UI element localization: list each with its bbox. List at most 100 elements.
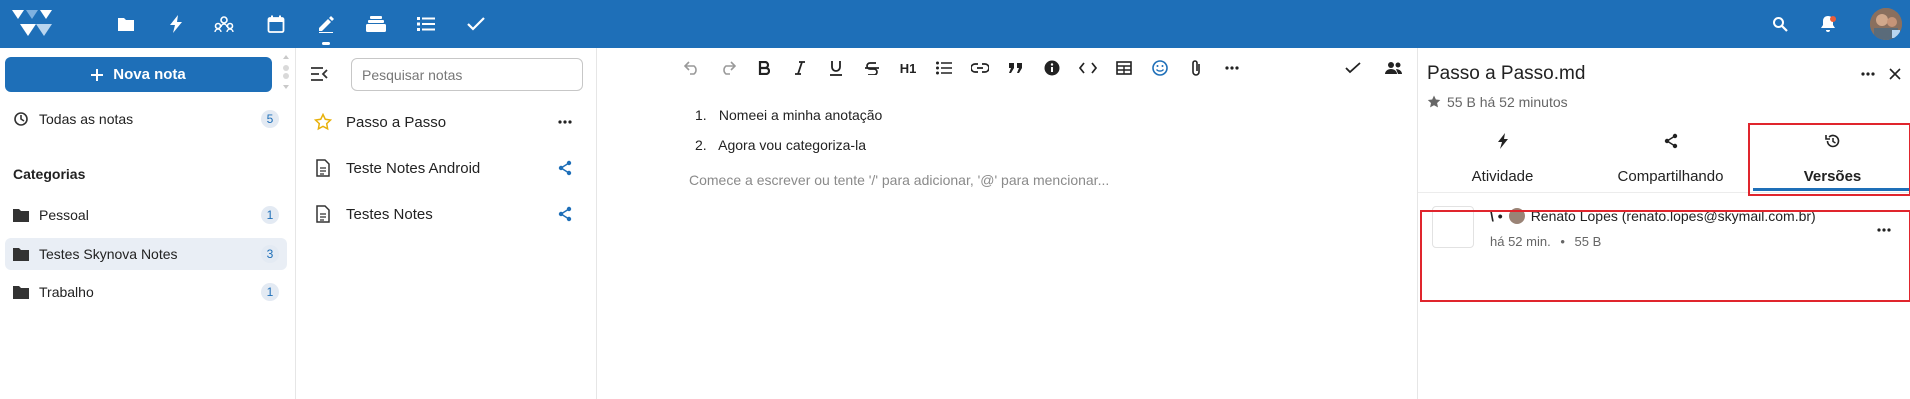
tab-activity[interactable]: Atividade	[1420, 133, 1585, 185]
top-bar	[0, 0, 1910, 48]
app-navigation: Nova nota Todas as notas 5 Categorias Pe…	[0, 48, 296, 399]
note-item-passo-a-passo[interactable]: Passo a Passo	[314, 104, 584, 140]
attachment-icon[interactable]	[1185, 57, 1207, 79]
more-options-icon[interactable]	[556, 113, 574, 131]
bold-icon[interactable]	[753, 57, 775, 79]
info-icon[interactable]	[1041, 57, 1063, 79]
user-avatar[interactable]	[1870, 8, 1902, 40]
version-item[interactable]: \ • Renato Lopes (renato.lopes@skymail.c…	[1428, 206, 1908, 258]
note-title: Teste Notes Android	[346, 159, 481, 177]
version-label-prefix: \ •	[1490, 208, 1503, 224]
search-notes-input[interactable]	[351, 58, 583, 91]
tab-divider	[1418, 192, 1910, 193]
version-title: \ • Renato Lopes (renato.lopes@skymail.c…	[1490, 208, 1816, 224]
nav-item-count: 1	[261, 283, 279, 301]
more-options-icon[interactable]	[1856, 62, 1880, 86]
star-icon[interactable]	[314, 113, 332, 131]
link-icon[interactable]	[969, 57, 991, 79]
version-time: há 52 min.	[1490, 234, 1551, 249]
nav-item-label: Pessoal	[39, 207, 89, 223]
nav-item-count: 3	[261, 245, 279, 263]
scrollbar[interactable]	[282, 54, 290, 90]
tab-label: Atividade	[1471, 168, 1534, 185]
note-item-testes-notes[interactable]: Testes Notes	[314, 196, 584, 232]
new-note-label: Nova nota	[113, 66, 186, 83]
tab-label: Versões	[1803, 168, 1862, 185]
active-tab-indicator	[1753, 188, 1910, 191]
nav-item-pessoal[interactable]: Pessoal 1	[5, 199, 287, 231]
undo-icon[interactable]	[681, 57, 703, 79]
tab-label: Compartilhando	[1617, 168, 1724, 185]
share-icon[interactable]	[556, 159, 574, 177]
checkmark-icon[interactable]	[464, 12, 488, 36]
list-number: 2.	[695, 137, 707, 153]
folder-icon	[13, 246, 29, 262]
version-separator: •	[1560, 234, 1565, 249]
bullet-list-icon[interactable]	[933, 57, 955, 79]
files-icon[interactable]	[114, 12, 138, 36]
nav-item-all-notes[interactable]: Todas as notas 5	[5, 103, 287, 135]
nextcloud-logo[interactable]	[10, 6, 56, 42]
collapse-list-icon[interactable]	[310, 65, 328, 83]
contacts-icon[interactable]	[212, 12, 236, 36]
heading-icon[interactable]: H1	[897, 57, 919, 79]
note-editor: H1 1. Nomeei a minha anotação 2. Agora v…	[597, 48, 1417, 399]
plus-icon	[91, 68, 104, 81]
notifications-bell-icon[interactable]	[1816, 12, 1840, 36]
star-icon[interactable]	[1427, 95, 1441, 109]
tasks-icon[interactable]	[414, 12, 438, 36]
deck-icon[interactable]	[364, 12, 388, 36]
nav-item-trabalho[interactable]: Trabalho 1	[5, 276, 287, 308]
nav-item-label: Testes Skynova Notes	[39, 246, 178, 262]
list-item: 1. Nomeei a minha anotação	[695, 100, 882, 130]
note-title: Passo a Passo	[346, 113, 447, 131]
author-avatar	[1508, 208, 1525, 224]
share-icon	[1664, 133, 1677, 149]
note-item-teste-notes-android[interactable]: Teste Notes Android	[314, 150, 584, 186]
close-icon[interactable]	[1883, 62, 1907, 86]
history-icon	[13, 111, 29, 127]
version-more-options-icon[interactable]	[1872, 218, 1896, 242]
ordered-list: 1. Nomeei a minha anotação 2. Agora vou …	[695, 100, 882, 160]
version-size: 55 B	[1574, 234, 1602, 249]
version-preview	[1432, 206, 1474, 248]
more-icon[interactable]	[1221, 57, 1243, 79]
search-icon[interactable]	[1768, 12, 1792, 36]
nav-item-count: 5	[261, 110, 279, 128]
underline-icon[interactable]	[825, 57, 847, 79]
nav-item-label: Trabalho	[39, 284, 94, 300]
tab-sharing[interactable]: Compartilhando	[1588, 133, 1753, 185]
emoji-icon[interactable]	[1149, 57, 1171, 79]
list-item-text: Agora vou categoriza-la	[718, 137, 866, 153]
nav-item-testes-skynova-notes[interactable]: Testes Skynova Notes 3	[5, 238, 287, 270]
folder-icon	[13, 284, 29, 300]
italic-icon[interactable]	[789, 57, 811, 79]
share-icon[interactable]	[556, 205, 574, 223]
redo-icon[interactable]	[717, 57, 739, 79]
app-sidebar: Passo a Passo.md 55 B há 52 minutos Ativ…	[1417, 48, 1910, 399]
strikethrough-icon[interactable]	[861, 57, 883, 79]
calendar-icon[interactable]	[264, 12, 288, 36]
document-icon	[314, 205, 332, 223]
list-number: 1.	[695, 107, 707, 123]
table-icon[interactable]	[1113, 57, 1135, 79]
notes-icon[interactable]	[314, 12, 338, 45]
notes-list: Passo a Passo Teste Notes Android Testes…	[296, 48, 597, 399]
sidebar-meta-text: 55 B há 52 minutos	[1447, 94, 1568, 110]
version-details: há 52 min. • 55 B	[1490, 234, 1601, 249]
quote-icon[interactable]	[1005, 57, 1027, 79]
categories-heading: Categorias	[13, 166, 86, 182]
version-author: Renato Lopes (renato.lopes@skymail.com.b…	[1530, 208, 1816, 224]
done-checkmark-icon[interactable]	[1342, 57, 1364, 79]
list-item-text: Nomeei a minha anotação	[718, 107, 883, 123]
code-icon[interactable]	[1077, 57, 1099, 79]
new-note-button[interactable]: Nova nota	[5, 57, 272, 92]
document-icon	[314, 159, 332, 177]
editor-placeholder[interactable]: Comece a escrever ou tente '/' para adic…	[689, 172, 1109, 188]
activity-icon[interactable]	[164, 12, 188, 36]
list-item: 2. Agora vou categoriza-la	[695, 130, 882, 160]
activity-icon	[1497, 133, 1508, 149]
sidebar-toggle-people-icon[interactable]	[1383, 57, 1405, 79]
tab-versions[interactable]: Versões	[1750, 133, 1910, 185]
note-title: Testes Notes	[346, 205, 433, 223]
